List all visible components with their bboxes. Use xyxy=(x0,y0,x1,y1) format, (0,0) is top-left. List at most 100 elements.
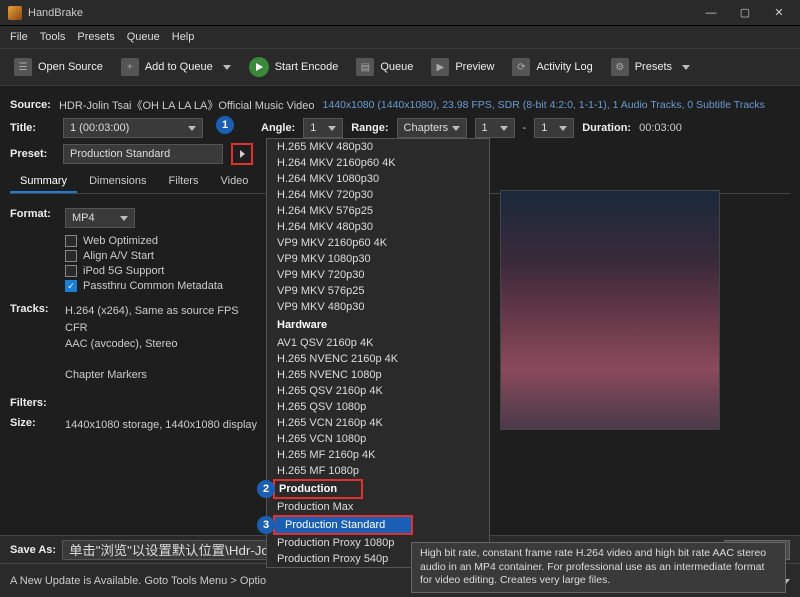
preset-item[interactable]: H.265 QSV 2160p 4K xyxy=(267,383,489,399)
preset-item-production-max[interactable]: Production Max xyxy=(267,499,489,515)
preview-button[interactable]: ▶ Preview xyxy=(423,54,502,80)
size-value: 1440x1080 storage, 1440x1080 display xyxy=(65,417,257,434)
preset-item[interactable]: VP9 MKV 720p30 xyxy=(267,267,489,283)
tab-video[interactable]: Video xyxy=(210,171,258,193)
minimize-button[interactable]: — xyxy=(694,1,728,25)
open-source-button[interactable]: ☰ Open Source xyxy=(6,54,111,80)
check-av-label: Align A/V Start xyxy=(83,250,154,262)
preset-item-production-standard[interactable]: Production Standard xyxy=(273,515,413,535)
range-from-select[interactable]: 1 xyxy=(475,118,515,138)
menu-file[interactable]: File xyxy=(10,31,28,43)
preset-item[interactable]: H.265 NVENC 2160p 4K xyxy=(267,351,489,367)
start-encode-label: Start Encode xyxy=(275,61,339,73)
duration-label: Duration: xyxy=(582,122,631,134)
chevron-right-icon xyxy=(240,150,245,158)
queue-button[interactable]: ▤ Queue xyxy=(348,54,421,80)
preset-item[interactable]: H.264 MKV 1080p30 xyxy=(267,171,489,187)
tracks-line1: H.264 (x264), Same as source FPS CFR xyxy=(65,303,260,336)
preset-item[interactable]: H.265 NVENC 1080p xyxy=(267,367,489,383)
preset-item[interactable]: H.264 MKV 576p25 xyxy=(267,203,489,219)
range-to-select[interactable]: 1 xyxy=(534,118,574,138)
preview-thumbnail xyxy=(500,190,720,430)
activity-log-label: Activity Log xyxy=(536,61,592,73)
chevron-down-icon xyxy=(188,126,196,131)
preset-item[interactable]: H.265 QSV 1080p xyxy=(267,399,489,415)
menu-presets[interactable]: Presets xyxy=(77,31,114,43)
angle-select[interactable]: 1 xyxy=(303,118,343,138)
preset-item[interactable]: VP9 MKV 1080p30 xyxy=(267,251,489,267)
title-select[interactable]: 1 (00:03:00) xyxy=(63,118,203,138)
preset-expand-button[interactable] xyxy=(231,143,253,165)
close-button[interactable]: ✕ xyxy=(762,1,796,25)
preset-item[interactable]: H.265 VCN 1080p xyxy=(267,431,489,447)
check-web-optimized[interactable]: Web Optimized xyxy=(65,235,223,247)
preset-select[interactable]: Production Standard xyxy=(63,144,223,164)
callout-1: 1 xyxy=(216,116,234,134)
source-meta: 1440x1080 (1440x1080), 23.98 FPS, SDR (8… xyxy=(323,99,765,111)
preset-dropdown: H.265 MKV 480p30 H.264 MKV 2160p60 4K H.… xyxy=(266,138,490,568)
range-kind-select[interactable]: Chapters xyxy=(397,118,467,138)
add-queue-label: Add to Queue xyxy=(145,61,213,73)
tracks-label: Tracks: xyxy=(10,303,65,315)
chevron-down-icon xyxy=(223,65,231,70)
preset-item[interactable]: VP9 MKV 480p30 xyxy=(267,299,489,315)
format-value: MP4 xyxy=(72,212,95,224)
add-queue-icon: + xyxy=(121,58,139,76)
range-to: 1 xyxy=(541,122,547,134)
angle-value: 1 xyxy=(310,122,316,134)
range-from: 1 xyxy=(482,122,488,134)
chevron-down-icon xyxy=(120,216,128,221)
preview-icon: ▶ xyxy=(431,58,449,76)
format-select[interactable]: MP4 xyxy=(65,208,135,228)
presets-icon: ⚙ xyxy=(611,58,629,76)
check-align-av[interactable]: Align A/V Start xyxy=(65,250,223,262)
checkbox-checked-icon xyxy=(65,280,77,292)
maximize-button[interactable]: ▢ xyxy=(728,1,762,25)
queue-label: Queue xyxy=(380,61,413,73)
activity-log-button[interactable]: ⟳ Activity Log xyxy=(504,54,600,80)
menu-queue[interactable]: Queue xyxy=(127,31,160,43)
preset-item[interactable]: H.265 MKV 480p30 xyxy=(267,139,489,155)
chevron-down-icon xyxy=(682,65,690,70)
preset-item[interactable]: H.265 MF 2160p 4K xyxy=(267,447,489,463)
tab-filters[interactable]: Filters xyxy=(159,171,209,193)
menubar: File Tools Presets Queue Help xyxy=(0,26,800,48)
check-ipod-5g[interactable]: iPod 5G Support xyxy=(65,265,223,277)
app-icon xyxy=(8,6,22,20)
play-icon xyxy=(249,57,269,77)
presets-button[interactable]: ⚙ Presets xyxy=(603,54,698,80)
preset-item[interactable]: AV1 QSV 2160p 4K xyxy=(267,335,489,351)
preset-item[interactable]: H.265 VCN 2160p 4K xyxy=(267,415,489,431)
filters-label: Filters: xyxy=(10,397,65,409)
start-encode-button[interactable]: Start Encode xyxy=(241,53,347,81)
chevron-down-icon xyxy=(500,126,508,131)
menu-tools[interactable]: Tools xyxy=(40,31,66,43)
title-value: 1 (00:03:00) xyxy=(70,122,129,134)
check-passthru-metadata[interactable]: Passthru Common Metadata xyxy=(65,280,223,292)
preset-item[interactable]: VP9 MKV 576p25 xyxy=(267,283,489,299)
preset-label: Preset: xyxy=(10,148,55,160)
preset-group-production: Production xyxy=(273,479,363,499)
add-to-queue-button[interactable]: + Add to Queue xyxy=(113,54,239,80)
preset-item[interactable]: H.264 MKV 2160p60 4K xyxy=(267,155,489,171)
checkbox-icon xyxy=(65,250,77,262)
checkbox-icon xyxy=(65,265,77,277)
preset-item[interactable]: H.264 MKV 480p30 xyxy=(267,219,489,235)
title-label: Title: xyxy=(10,122,55,134)
open-source-icon: ☰ xyxy=(14,58,32,76)
chevron-down-icon xyxy=(452,126,460,131)
preset-item[interactable]: H.265 MF 1080p xyxy=(267,463,489,479)
tab-summary[interactable]: Summary xyxy=(10,171,77,193)
format-label: Format: xyxy=(10,208,65,220)
preset-item[interactable]: H.264 MKV 720p30 xyxy=(267,187,489,203)
source-label: Source: xyxy=(10,99,51,111)
callout-2: 2 xyxy=(257,480,275,498)
tab-dimensions[interactable]: Dimensions xyxy=(79,171,156,193)
range-sep: - xyxy=(523,122,527,134)
preset-group-hardware: Hardware xyxy=(267,315,489,335)
preset-item[interactable]: VP9 MKV 2160p60 4K xyxy=(267,235,489,251)
range-kind-value: Chapters xyxy=(404,122,449,134)
check-ipod-label: iPod 5G Support xyxy=(83,265,164,277)
callout-3: 3 xyxy=(257,516,275,534)
menu-help[interactable]: Help xyxy=(172,31,195,43)
